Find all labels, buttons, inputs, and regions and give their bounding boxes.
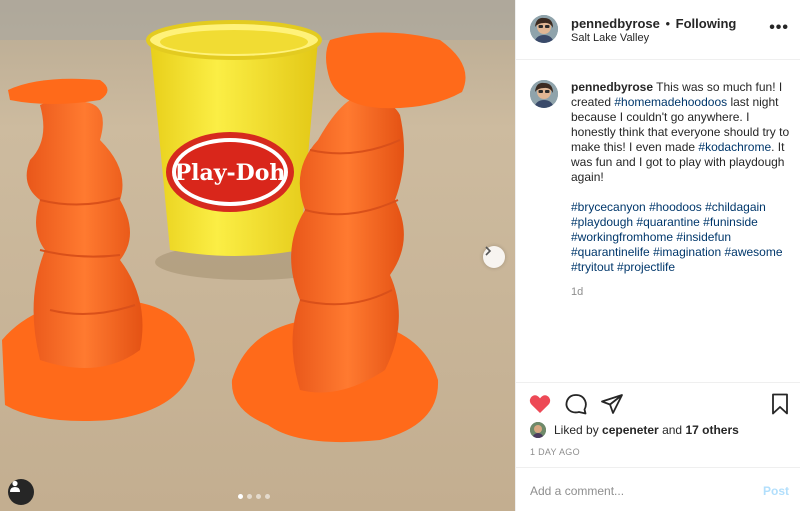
carousel-dot bbox=[265, 494, 270, 499]
likes-summary: Liked by cepeneter and 17 others bbox=[530, 421, 795, 441]
hashtag-link[interactable]: #funinside bbox=[703, 215, 758, 229]
hashtag-link[interactable]: #kodachrome bbox=[698, 140, 771, 154]
hashtag-link[interactable]: #homemadehoodoos bbox=[614, 95, 727, 109]
hashtag-link[interactable]: #tryitout bbox=[571, 260, 614, 274]
likes-middle: and bbox=[658, 423, 686, 437]
avatar[interactable] bbox=[530, 15, 558, 43]
hashtag-link[interactable]: #awesome bbox=[724, 245, 782, 259]
caption-text: pennedbyrose This was so much fun! I cre… bbox=[571, 80, 793, 185]
avatar[interactable] bbox=[530, 422, 546, 438]
hashtag-list: #brycecanyon #hoodoos #childagain #playd… bbox=[571, 200, 793, 275]
hashtag-link[interactable]: #playdough bbox=[571, 215, 633, 229]
hashtag-link[interactable]: #brycecanyon bbox=[571, 200, 646, 214]
separator-dot: • bbox=[665, 16, 671, 31]
post-photo[interactable]: Play-Doh bbox=[0, 0, 515, 511]
post-side-panel: pennedbyrose • Following Salt Lake Valle… bbox=[515, 0, 800, 511]
tagged-users-button[interactable] bbox=[8, 479, 34, 505]
post-date: 1 DAY AGO bbox=[530, 447, 580, 457]
hashtag-link[interactable]: #hoodoos bbox=[649, 200, 702, 214]
caption-username-link[interactable]: pennedbyrose bbox=[571, 80, 653, 94]
likes-prefix: Liked by bbox=[554, 423, 603, 437]
hashtag-link[interactable]: #insidefun bbox=[676, 230, 731, 244]
carousel-dot bbox=[247, 494, 252, 499]
comment-icon[interactable] bbox=[564, 392, 588, 416]
hashtag-link[interactable]: #workingfromhome bbox=[571, 230, 673, 244]
avatar-image bbox=[530, 422, 546, 438]
carousel-next-button[interactable] bbox=[483, 246, 505, 268]
carousel-dot bbox=[238, 494, 243, 499]
hashtag-link[interactable]: #childagain bbox=[705, 200, 766, 214]
hashtag-link[interactable]: #quarantine bbox=[636, 215, 699, 229]
location-link[interactable]: Salt Lake Valley bbox=[571, 32, 649, 44]
others-link[interactable]: 17 others bbox=[685, 423, 738, 437]
avatar[interactable] bbox=[530, 80, 558, 108]
playdoh-cup: Play-Doh bbox=[146, 20, 322, 256]
avatar-image bbox=[530, 15, 558, 43]
likes-text: Liked by cepeneter and 17 others bbox=[554, 423, 739, 437]
follow-status-button[interactable]: Following bbox=[676, 16, 737, 31]
liker-username-link[interactable]: cepeneter bbox=[602, 423, 659, 437]
comment-area: pennedbyrose This was so much fun! I cre… bbox=[516, 60, 800, 382]
comment-input[interactable]: Add a comment... bbox=[530, 484, 624, 498]
instagram-post: Play-Doh pennedbyrose • Following Salt L… bbox=[0, 0, 800, 511]
photo-scene: Play-Doh bbox=[0, 0, 515, 511]
post-caption: pennedbyrose This was so much fun! I cre… bbox=[571, 80, 793, 300]
post-header: pennedbyrose • Following Salt Lake Valle… bbox=[516, 0, 800, 60]
playdoh-logo: Play-Doh bbox=[175, 160, 286, 186]
avatar-image bbox=[530, 80, 558, 108]
more-horizontal-icon[interactable]: ••• bbox=[769, 19, 789, 37]
hashtag-link[interactable]: #quarantinelife bbox=[571, 245, 650, 259]
share-icon[interactable] bbox=[600, 392, 624, 416]
bookmark-icon[interactable] bbox=[768, 392, 792, 416]
hashtag-link[interactable]: #projectlife bbox=[617, 260, 675, 274]
post-comment-button[interactable]: Post bbox=[763, 484, 789, 498]
post-author: pennedbyrose • Following bbox=[571, 16, 736, 31]
carousel-indicator bbox=[238, 494, 270, 499]
tag-user-icon bbox=[10, 480, 20, 492]
hashtag-link[interactable]: #imagination bbox=[653, 245, 721, 259]
action-bar bbox=[516, 382, 800, 422]
heart-icon[interactable] bbox=[528, 392, 552, 416]
add-comment-bar: Add a comment... Post bbox=[516, 467, 800, 511]
caption-timestamp: 1d bbox=[571, 286, 584, 298]
chevron-right-icon bbox=[485, 246, 492, 256]
username-link[interactable]: pennedbyrose bbox=[571, 16, 660, 31]
carousel-dot bbox=[256, 494, 261, 499]
